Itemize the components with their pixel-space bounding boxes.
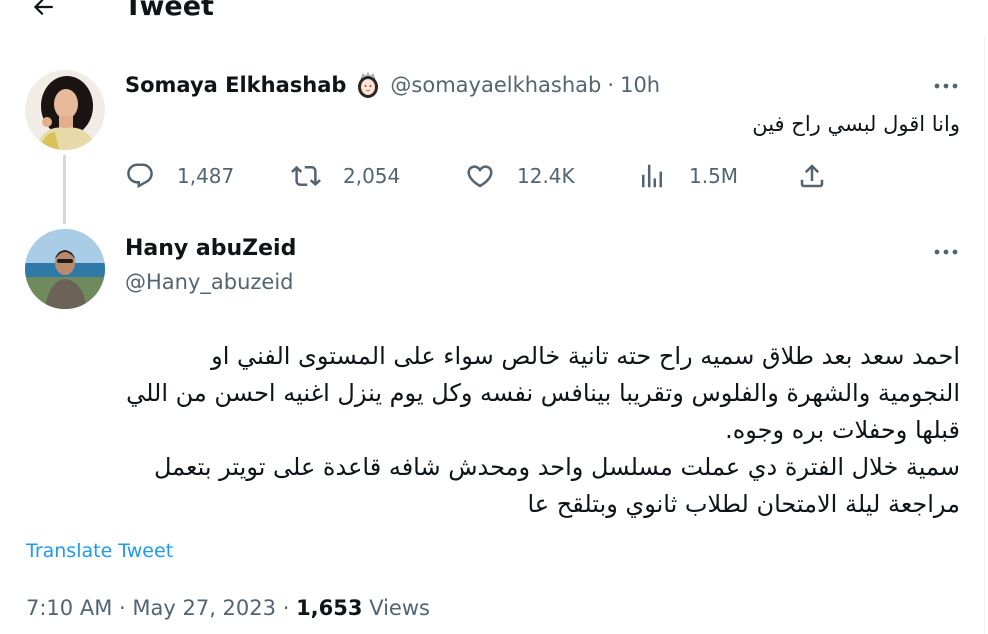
parent-tweet-text: وانا اقول لبسي راح فين xyxy=(752,112,960,136)
more-horizontal-icon[interactable] xyxy=(932,81,960,91)
analytics-icon xyxy=(642,164,662,188)
tweet-time[interactable]: 7:10 AM xyxy=(26,596,112,620)
avatar[interactable] xyxy=(25,70,105,150)
author-name[interactable]: Somaya Elkhashab xyxy=(125,73,346,97)
author-handle[interactable]: @somayaelkhashab xyxy=(390,73,601,97)
page-title: Tweet xyxy=(124,0,214,22)
arrow-left-icon[interactable] xyxy=(30,0,56,20)
reply-count: 1,487 xyxy=(177,164,235,188)
emoji-woman-icon xyxy=(358,72,379,98)
avatar[interactable] xyxy=(25,229,105,309)
views-count: 1,653 xyxy=(296,596,363,620)
more-horizontal-icon[interactable] xyxy=(932,247,960,257)
separator-dot: · xyxy=(607,73,615,97)
tweet-text-line: احمد سعد بعد طلاق سميه راح حته تانية خال… xyxy=(211,342,960,370)
separator-dot: · xyxy=(119,596,126,620)
retweet-button[interactable]: 2,054 xyxy=(291,158,400,194)
like-button[interactable]: 12.4K xyxy=(465,158,575,194)
translate-tweet-link[interactable]: Translate Tweet xyxy=(26,540,173,562)
tweet-date[interactable]: May 27, 2023 xyxy=(132,596,276,620)
tweet-text-line: سمية خلال الفترة دي عملت مسلسل واحد ومحد… xyxy=(153,453,960,481)
views-button[interactable]: 1.5M xyxy=(637,158,738,194)
like-count: 12.4K xyxy=(517,164,575,188)
tweet-time[interactable]: 10h xyxy=(620,73,660,97)
retweet-count: 2,054 xyxy=(343,164,401,188)
tweet-text-line: مراجعة ليلة الامتحان لطلاب ثانوي وبتلقح … xyxy=(527,490,960,518)
tweet-meta: 7:10 AM · May 27, 2023 · 1,653 Views xyxy=(26,596,430,620)
share-icon xyxy=(800,164,824,188)
scrollbar[interactable] xyxy=(984,38,988,634)
retweet-icon xyxy=(291,165,321,187)
author-handle[interactable]: @Hany_abuzeid xyxy=(125,270,294,294)
page-header: Tweet xyxy=(0,0,988,30)
parent-tweet-header: Somaya Elkhashab @somayaelkhashab · 10h xyxy=(125,71,660,99)
thread-connector xyxy=(63,155,66,224)
heart-icon xyxy=(467,165,493,188)
separator-dot: · xyxy=(282,596,290,620)
share-button[interactable] xyxy=(797,158,849,194)
reply-icon xyxy=(127,163,153,189)
tweet-page: Tweet Somaya Elkhashab @somayaelkhashab … xyxy=(0,0,988,634)
tweet-actions: 1,487 2,054 12.4K 1.5M xyxy=(125,158,825,194)
tweet-text-line: قبلها وحفلات بره وجوه. xyxy=(725,416,960,444)
author-name[interactable]: Hany abuZeid xyxy=(125,236,296,261)
tweet-text: احمد سعد بعد طلاق سميه راح حته تانية خال… xyxy=(20,338,960,523)
tweet-text-line: النجومية والشهرة والفلوس وتقريبا بينافس … xyxy=(126,379,960,407)
views-label: Views xyxy=(369,596,430,620)
views-count: 1.5M xyxy=(689,164,739,188)
reply-button[interactable]: 1,487 xyxy=(125,158,234,194)
